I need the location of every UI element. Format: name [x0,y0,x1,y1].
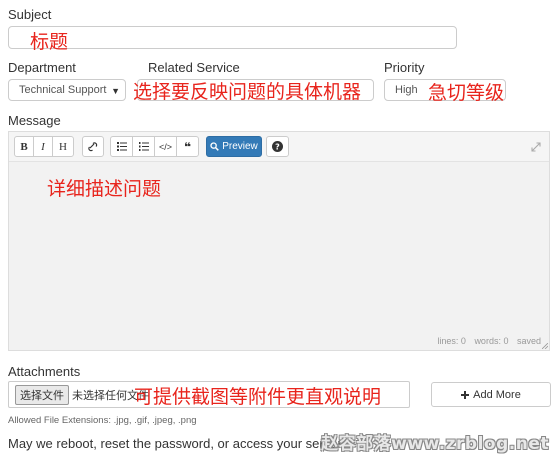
add-more-label: Add More [473,388,521,401]
bold-button[interactable]: B [14,136,34,157]
attachments-label: Attachments [8,364,81,379]
link-icon [88,141,98,151]
editor-status: lines: 0 words: 0 saved [431,336,541,346]
subject-input[interactable] [8,26,457,49]
svg-text:?: ? [275,143,280,152]
related-service-label: Related Service [148,60,240,75]
message-editor[interactable]: B I H </> ❝ Preview ? 详细描述问题 lines: 0 wo… [8,131,550,351]
question-icon: ? [272,141,283,152]
allowed-extensions: Allowed File Extensions: .jpg, .gif, .jp… [8,415,197,426]
heading-button[interactable]: H [52,136,74,157]
choose-file-button[interactable]: 选择文件 [15,384,69,405]
message-label: Message [8,113,61,128]
link-button[interactable] [82,136,104,157]
resize-handle-icon[interactable] [542,343,548,349]
priority-annotation: 急切等级 [428,82,505,104]
words-count: words: 0 [474,336,509,346]
priority-value: High [395,84,418,96]
watermark: 赵容部落www.zrblog.net [321,434,549,454]
preview-button[interactable]: Preview [206,136,262,157]
fullscreen-icon[interactable] [531,142,541,152]
department-select[interactable]: Technical Support ▼ [8,79,126,101]
related-service-annotation: 选择要反映问题的具体机器 [133,81,362,103]
help-button[interactable]: ? [266,136,289,157]
editor-toolbar: B I H </> ❝ Preview ? [9,132,549,162]
bullet-list-button[interactable] [110,136,133,157]
preview-label: Preview [222,141,258,152]
reboot-question: May we reboot, reset the password, or ac… [8,436,350,451]
department-label: Department [8,60,76,75]
code-button[interactable]: </> [154,136,177,157]
numbered-list-icon [138,142,149,151]
quote-button[interactable]: ❝ [176,136,199,157]
italic-button[interactable]: I [33,136,53,157]
bullet-list-icon [116,142,127,151]
numbered-list-button[interactable] [132,136,155,157]
add-more-button[interactable]: Add More [431,382,551,407]
message-annotation: 详细描述问题 [47,178,162,200]
priority-label: Priority [384,60,425,75]
chevron-down-icon: ▼ [111,86,120,96]
saved-status: saved [516,336,541,346]
subject-annotation: 标题 [30,31,69,53]
lines-count: lines: 0 [437,336,466,346]
search-icon [210,142,220,151]
subject-label: Subject [8,7,52,22]
plus-icon [461,390,470,399]
attachments-annotation: 可提供截图等附件更直观说明 [134,386,382,408]
department-value: Technical Support [19,84,107,96]
